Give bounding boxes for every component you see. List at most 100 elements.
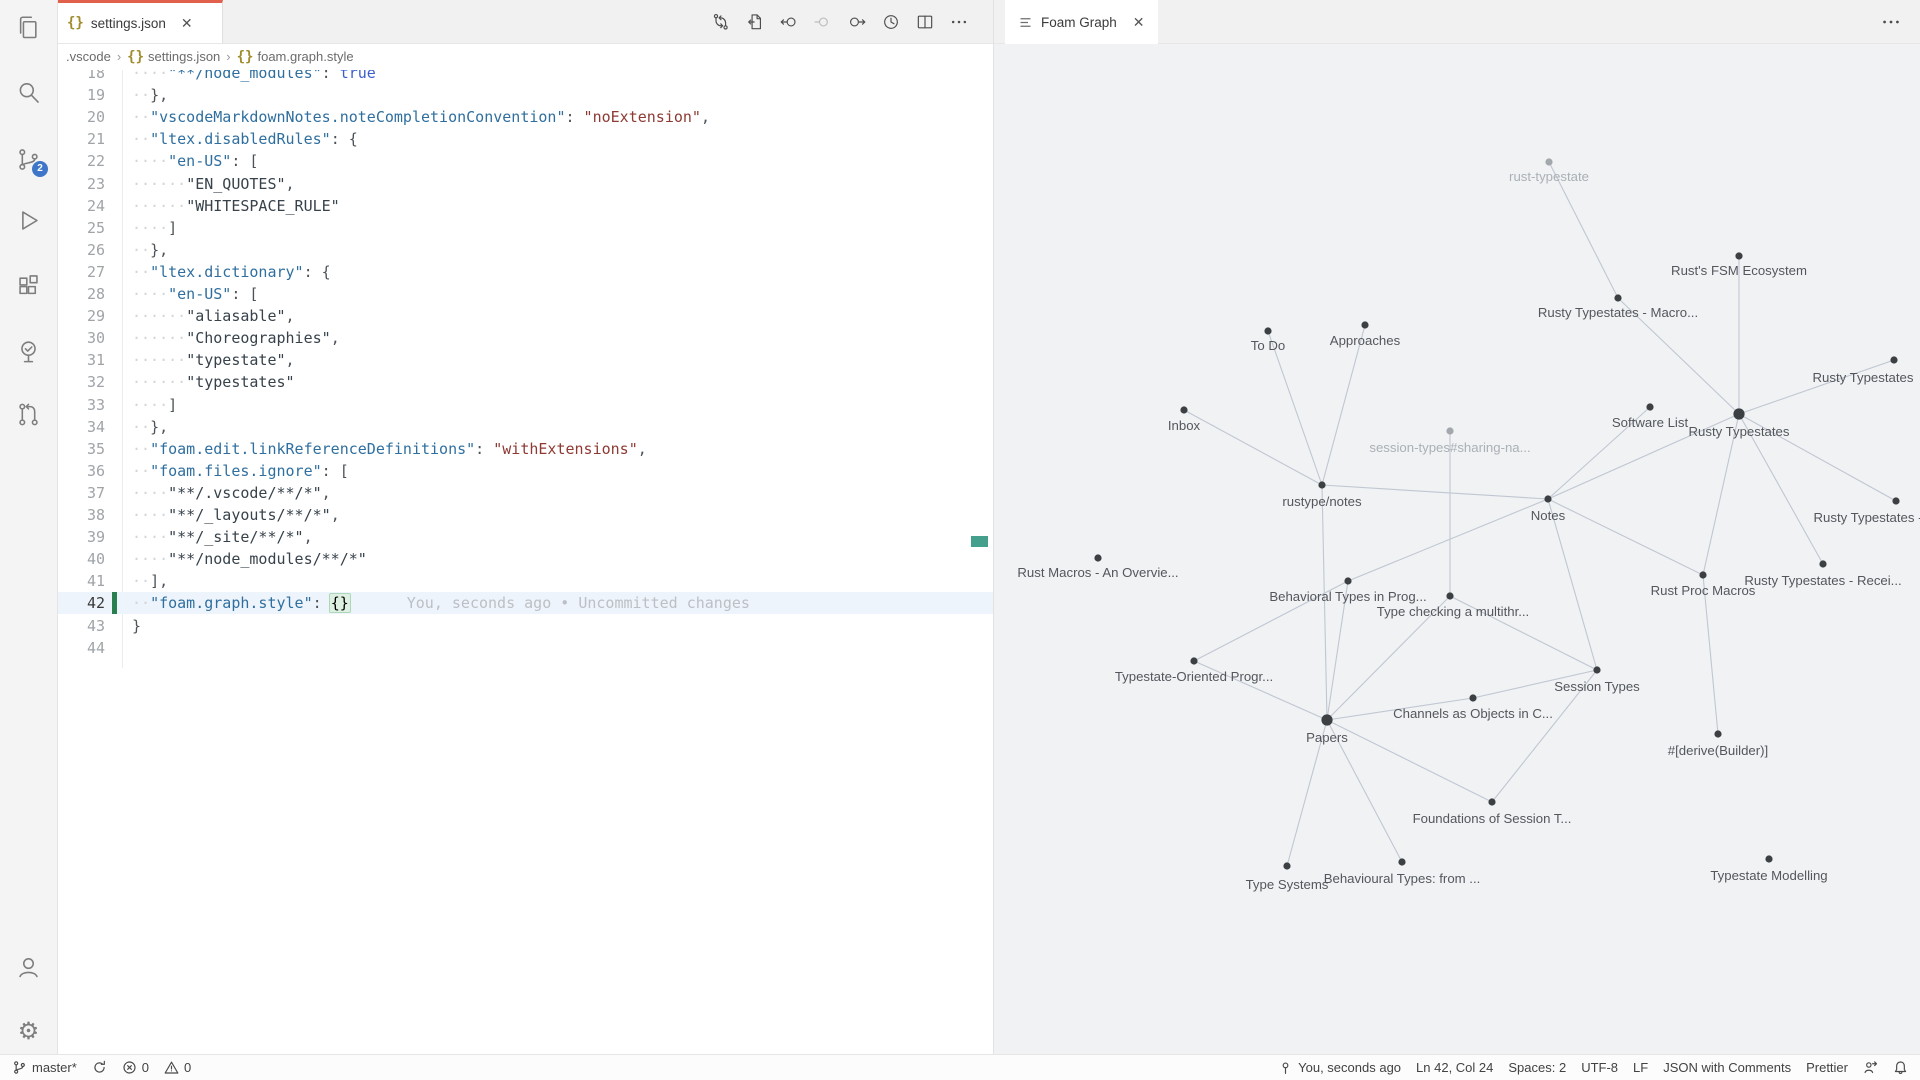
activity-item-accounts[interactable] — [0, 943, 57, 991]
graph-node-inbox[interactable] — [1180, 406, 1187, 413]
activity-item-explorer[interactable] — [0, 4, 57, 52]
more-actions-icon[interactable] — [1880, 11, 1902, 33]
code-line[interactable]: 25····] — [57, 217, 993, 239]
code-line[interactable]: 26··}, — [57, 239, 993, 261]
code-line[interactable]: 20··"vscodeMarkdownNotes.noteCompletionC… — [57, 106, 993, 128]
code-line[interactable]: 27··"ltex.dictionary": { — [57, 261, 993, 283]
activity-item-source-control[interactable]: 2 — [0, 135, 57, 183]
graph-node-rust-typestate[interactable] — [1545, 158, 1552, 165]
code-line[interactable]: 19··}, — [57, 84, 993, 106]
code-line[interactable]: 32······"typestates" — [57, 371, 993, 393]
activity-item-search[interactable] — [0, 68, 57, 116]
graph-node-foundations[interactable] — [1488, 798, 1495, 805]
graph-node-todo[interactable] — [1264, 327, 1271, 334]
graph-node-fsm[interactable] — [1735, 252, 1742, 259]
code-line[interactable]: 22····"en-US": [ — [57, 150, 993, 172]
code-line[interactable]: 43} — [57, 615, 993, 637]
graph-node-label: Behavioural Types: from ... — [1324, 871, 1481, 886]
webview-list-icon — [1018, 15, 1033, 30]
code-line[interactable]: 28····"en-US": [ — [57, 283, 993, 305]
code-line[interactable]: 23······"EN_QUOTES", — [57, 173, 993, 195]
panel-tab-label: Foam Graph — [1041, 15, 1117, 30]
timeline-icon[interactable] — [881, 12, 901, 32]
status-feedback[interactable] — [1863, 1060, 1878, 1075]
breadcrumb-item[interactable]: {}foam.graph.style — [237, 49, 354, 65]
status-bar: master* 00 You, seconds ago Ln 42, Col 24 S… — [0, 1054, 1920, 1080]
graph-node-type-systems[interactable] — [1283, 862, 1290, 869]
activity-item-git-graph[interactable] — [0, 390, 57, 438]
graph-node-session-types[interactable] — [1593, 666, 1600, 673]
status-blame-indicator[interactable]: You, seconds ago — [1278, 1060, 1401, 1075]
code-line[interactable]: 29······"aliasable", — [57, 305, 993, 327]
activity-item-settings[interactable]: ⚙ — [0, 1007, 57, 1055]
status-errors-indicator[interactable]: 0 — [122, 1060, 149, 1075]
breadcrumb-item[interactable]: .vscode — [66, 49, 111, 64]
graph-node-rt-b[interactable] — [1892, 497, 1899, 504]
code-line[interactable]: 36··"foam.files.ignore": [ — [57, 460, 993, 482]
status-indentation[interactable]: Spaces: 2 — [1508, 1060, 1566, 1075]
close-tab-icon[interactable]: ✕ — [181, 15, 193, 32]
graph-node-type-checking[interactable] — [1446, 592, 1453, 599]
status-branch-indicator[interactable]: master* — [12, 1060, 77, 1075]
graph-node-label: Rust Macros - An Overvie... — [1017, 565, 1178, 580]
graph-node-macro[interactable] — [1614, 294, 1621, 301]
code-line[interactable]: 38····"**/_layouts/**/*", — [57, 504, 993, 526]
graph-node-behavioural-from[interactable] — [1398, 858, 1405, 865]
status-language-mode[interactable]: JSON with Comments — [1663, 1060, 1791, 1075]
code-editor[interactable]: 18····"**/node_modules": true19··},20··"… — [57, 0, 993, 1054]
close-panel-icon[interactable]: ✕ — [1133, 14, 1145, 31]
code-line[interactable]: 39····"**/_site/**/*", — [57, 526, 993, 548]
graph-node-behavioral[interactable] — [1344, 577, 1351, 584]
open-changes-icon[interactable] — [711, 12, 731, 32]
graph-node-software-list[interactable] — [1646, 403, 1653, 410]
graph-node-session-types-sharing[interactable] — [1446, 427, 1453, 434]
code-line[interactable]: 21··"ltex.disabledRules": { — [57, 128, 993, 150]
graph-node-rusty-typestates[interactable] — [1733, 408, 1744, 419]
more-actions-icon[interactable] — [949, 12, 969, 32]
graph-node-derive-builder[interactable] — [1714, 730, 1721, 737]
tab-foam-graph[interactable]: Foam Graph ✕ — [1005, 0, 1158, 44]
graph-node-proc-macros[interactable] — [1699, 571, 1706, 578]
open-changes-with-next-icon[interactable] — [847, 12, 867, 32]
graph-node-rustype-notes[interactable] — [1318, 481, 1325, 488]
activity-item-run-debug[interactable] — [0, 196, 57, 244]
graph-node-rt-a[interactable] — [1890, 356, 1897, 363]
code-line[interactable]: 33····] — [57, 394, 993, 416]
go-to-file-icon[interactable] — [745, 12, 765, 32]
status-encoding[interactable]: UTF-8 — [1581, 1060, 1618, 1075]
status-formatter[interactable]: Prettier — [1806, 1060, 1848, 1075]
code-line[interactable]: 30······"Choreographies", — [57, 327, 993, 349]
split-editor-icon[interactable] — [915, 12, 935, 32]
code-line[interactable]: 40····"**/node_modules/**/*" — [57, 548, 993, 570]
code-line[interactable]: 44 — [57, 637, 993, 659]
code-line[interactable]: 42··"foam.graph.style": {}You, seconds a… — [57, 592, 993, 614]
editor-tab-bar: {} settings.json ✕ — [57, 0, 993, 44]
status-cursor-position[interactable]: Ln 42, Col 24 — [1416, 1060, 1493, 1075]
activity-item-extensions[interactable] — [0, 261, 57, 309]
graph-node-papers[interactable] — [1321, 714, 1332, 725]
next-change-icon[interactable] — [813, 12, 833, 32]
code-line[interactable]: 37····"**/.vscode/**/*", — [57, 482, 993, 504]
graph-node-notes[interactable] — [1544, 495, 1551, 502]
status-sync-button[interactable] — [92, 1060, 107, 1075]
status-notifications-bell[interactable] — [1893, 1060, 1908, 1075]
breadcrumb-item[interactable]: {}settings.json — [127, 49, 220, 65]
status-warnings-indicator[interactable]: 0 — [164, 1060, 191, 1075]
foam-graph-canvas[interactable]: rust-typestateRust's FSM EcosystemRusty … — [994, 43, 1920, 1054]
code-line[interactable]: 31······"typestate", — [57, 349, 993, 371]
activity-item-todo-tree[interactable] — [0, 327, 57, 375]
previous-change-icon[interactable] — [779, 12, 799, 32]
graph-node-typestate-oriented[interactable] — [1190, 657, 1197, 664]
graph-edge — [1184, 410, 1322, 485]
code-line[interactable]: 35··"foam.edit.linkReferenceDefinitions"… — [57, 438, 993, 460]
status-eol[interactable]: LF — [1633, 1060, 1648, 1075]
graph-node-recei[interactable] — [1819, 560, 1826, 567]
graph-node-typestate-modelling[interactable] — [1765, 855, 1772, 862]
code-line[interactable]: 34··}, — [57, 416, 993, 438]
tab-settings-json[interactable]: {} settings.json ✕ — [57, 0, 223, 43]
graph-node-channels[interactable] — [1469, 694, 1476, 701]
graph-node-rust-macros[interactable] — [1094, 554, 1101, 561]
code-line[interactable]: 41··], — [57, 570, 993, 592]
code-line[interactable]: 24······"WHITESPACE_RULE" — [57, 195, 993, 217]
graph-node-approaches[interactable] — [1361, 321, 1368, 328]
